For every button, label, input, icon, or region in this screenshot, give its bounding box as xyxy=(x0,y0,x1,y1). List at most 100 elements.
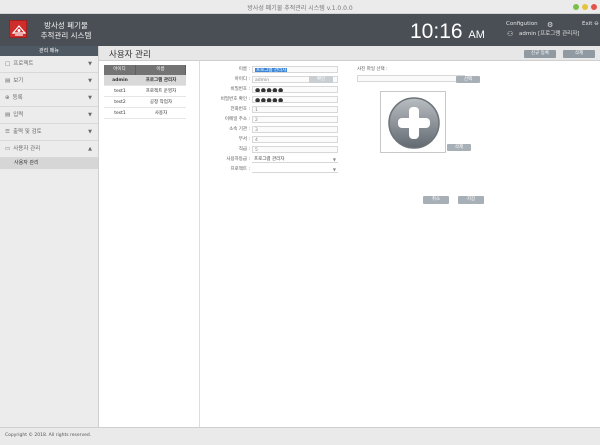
name-input[interactable]: 프로그램 관리자 xyxy=(252,66,338,73)
dept-input[interactable]: 4 xyxy=(252,136,338,143)
clock-ampm: AM xyxy=(468,29,485,41)
minimize-window-button[interactable] xyxy=(573,4,579,10)
password-input[interactable]: ●●●●● xyxy=(252,86,338,93)
exit-label: Exit xyxy=(582,21,593,27)
chevron-down-icon: ▼ xyxy=(88,61,92,67)
user-id-cell: admin xyxy=(112,78,128,83)
name-value: 프로그램 관리자 xyxy=(255,68,288,73)
level-select[interactable]: 프로그램 관리자 ▼ xyxy=(252,156,338,163)
password-confirm-row: 비밀번호 확인 : ●●●●● xyxy=(200,96,400,104)
chevron-up-icon: ▲ xyxy=(88,146,92,152)
chevron-down-icon: ▼ xyxy=(332,157,336,162)
view-icon: ▤ xyxy=(5,78,11,84)
id-check-button[interactable]: 확인 xyxy=(309,76,333,83)
password-confirm-label: 비밀번호 확인 : xyxy=(220,97,250,102)
sidebar-item-input[interactable]: ▤ 입력 ▼ xyxy=(0,107,98,124)
sidebar-title: 관리 메뉴 xyxy=(0,46,98,56)
header-controls: Configution ⚙ Exit ⊖ ⚇ admin [프로그램 관리자] xyxy=(506,19,600,39)
sidebar-subitem-user-management[interactable]: 사용자 관리 xyxy=(0,158,98,169)
sidebar-item-label: 프로젝트 xyxy=(13,61,34,67)
sidebar: 관리 메뉴 □ 프로젝트 ▼ ▤ 보기 ▼ ⊕ 등록 ▼ ▤ 입력 ▼ ☰ 출력 및 검토… xyxy=(0,46,99,427)
sidebar-item-label: 출력 및 검토 xyxy=(12,129,42,135)
new-user-button[interactable]: 신규 등록 xyxy=(524,50,556,58)
org-row: 소속 기관 : 3 xyxy=(200,126,400,134)
project-row: 프로젝트 : ▼ xyxy=(200,166,400,174)
level-value: 프로그램 관리자 xyxy=(254,157,285,162)
project-label: 프로젝트 : xyxy=(230,167,250,172)
chevron-down-icon: ▼ xyxy=(88,129,92,135)
user-name-cell: 사용자 xyxy=(154,111,168,116)
page-header: 사용자 관리 신규 등록 삭제 xyxy=(99,46,600,61)
project-icon: □ xyxy=(5,61,11,67)
email-input[interactable]: 2 xyxy=(252,116,338,123)
input-icon: ▤ xyxy=(5,112,11,118)
user-management-icon: ▭ xyxy=(5,146,11,152)
sidebar-item-label: 입력 xyxy=(13,112,24,118)
current-user: admin [프로그램 관리자] xyxy=(519,31,580,37)
sidebar-item-label: 보기 xyxy=(13,78,24,84)
sidebar-item-project[interactable]: □ 프로젝트 ▼ xyxy=(0,56,98,73)
close-window-button[interactable] xyxy=(591,4,597,10)
sidebar-item-label: 사용자 관리 xyxy=(13,146,41,152)
user-icon: ⚇ xyxy=(507,30,514,38)
sidebar-item-output-review[interactable]: ☰ 출력 및 검토 ▼ xyxy=(0,124,98,141)
phone-row: 전화번호 : 1 xyxy=(200,106,400,114)
password-confirm-input[interactable]: ●●●●● xyxy=(252,96,338,103)
chevron-down-icon: ▼ xyxy=(332,167,336,172)
delete-user-button[interactable]: 삭제 xyxy=(563,50,595,58)
column-header-id[interactable]: 아이디 xyxy=(104,65,136,75)
footer: Copyright © 2018. All rights reserved. xyxy=(0,427,600,445)
org-label: 소속 기관 : xyxy=(229,127,250,132)
sidebar-item-register[interactable]: ⊕ 등록 ▼ xyxy=(0,90,98,107)
table-row[interactable]: test1 사용자 xyxy=(104,108,186,119)
photo-label: 사진 파일 선택 : xyxy=(357,67,388,72)
project-select[interactable]: ▼ xyxy=(252,166,338,173)
table-row[interactable]: test2 공정 작업자 xyxy=(104,97,186,108)
dept-row: 부서 : 4 xyxy=(200,136,400,144)
user-name-cell: 프로젝트 운영자 xyxy=(145,89,177,94)
photo-preview[interactable] xyxy=(380,91,446,153)
app-header: 방사성 폐기물 추적관리 시스템 10:16 AM Configution ⚙ … xyxy=(0,14,600,46)
cancel-button[interactable]: 취소 xyxy=(423,196,449,204)
user-detail-panel: 이름 : 프로그램 관리자 아이디 : admin 확인 비밀번호 : ●●●●… xyxy=(199,61,600,427)
add-photo-icon xyxy=(388,97,440,149)
table-row[interactable]: test1 프로젝트 운영자 xyxy=(104,86,186,97)
photo-select-button[interactable]: 선택 xyxy=(456,76,480,83)
chevron-down-icon: ▼ xyxy=(88,95,92,101)
table-row[interactable]: admin 프로그램 관리자 xyxy=(104,75,186,86)
user-id-cell: test1 xyxy=(114,111,126,116)
chevron-down-icon: ▼ xyxy=(88,112,92,118)
sidebar-item-user-management[interactable]: ▭ 사용자 관리 ▲ xyxy=(0,141,98,158)
user-name-cell: 프로그램 관리자 xyxy=(145,78,177,83)
photo-delete-button[interactable]: 삭제 xyxy=(447,144,471,151)
window-titlebar: 방사성 폐기물 추적관리 시스템 v.1.0.0.0 xyxy=(0,0,600,14)
email-label: 이메일 주소 : xyxy=(224,117,250,122)
app-name: 방사성 폐기물 추적관리 시스템 xyxy=(0,21,132,41)
configuration-button[interactable]: Configution xyxy=(506,19,538,29)
position-input[interactable]: 5 xyxy=(252,146,338,153)
page-title: 사용자 관리 xyxy=(109,50,151,60)
org-input[interactable]: 3 xyxy=(252,126,338,133)
photo-path-input[interactable] xyxy=(357,75,465,82)
sidebar-item-view[interactable]: ▤ 보기 ▼ xyxy=(0,73,98,90)
maximize-window-button[interactable] xyxy=(582,4,588,10)
app-name-line1: 방사성 폐기물 xyxy=(44,21,88,30)
user-list: 아이디 이름 admin 프로그램 관리자 test1 프로젝트 운영자 tes… xyxy=(104,65,186,119)
user-id-cell: test1 xyxy=(114,89,126,94)
level-label: 사용자등급 : xyxy=(226,157,250,162)
exit-button[interactable]: Exit ⊖ xyxy=(582,19,599,29)
user-list-header: 아이디 이름 xyxy=(104,65,186,75)
email-row: 이메일 주소 : 2 xyxy=(200,116,400,124)
column-header-name[interactable]: 이름 xyxy=(136,65,186,75)
password-label: 비밀번호 : xyxy=(230,87,250,92)
register-icon: ⊕ xyxy=(5,95,10,101)
user-name-cell: 공정 작업자 xyxy=(149,100,173,105)
phone-input[interactable]: 1 xyxy=(252,106,338,113)
position-label: 직급 : xyxy=(238,147,250,152)
dept-label: 부서 : xyxy=(238,137,250,142)
save-button[interactable]: 저장 xyxy=(458,196,484,204)
app-name-line2: 추적관리 시스템 xyxy=(40,31,92,40)
clock-time: 10:16 xyxy=(410,20,463,43)
position-row: 직급 : 5 xyxy=(200,146,400,154)
phone-label: 전화번호 : xyxy=(230,107,250,112)
